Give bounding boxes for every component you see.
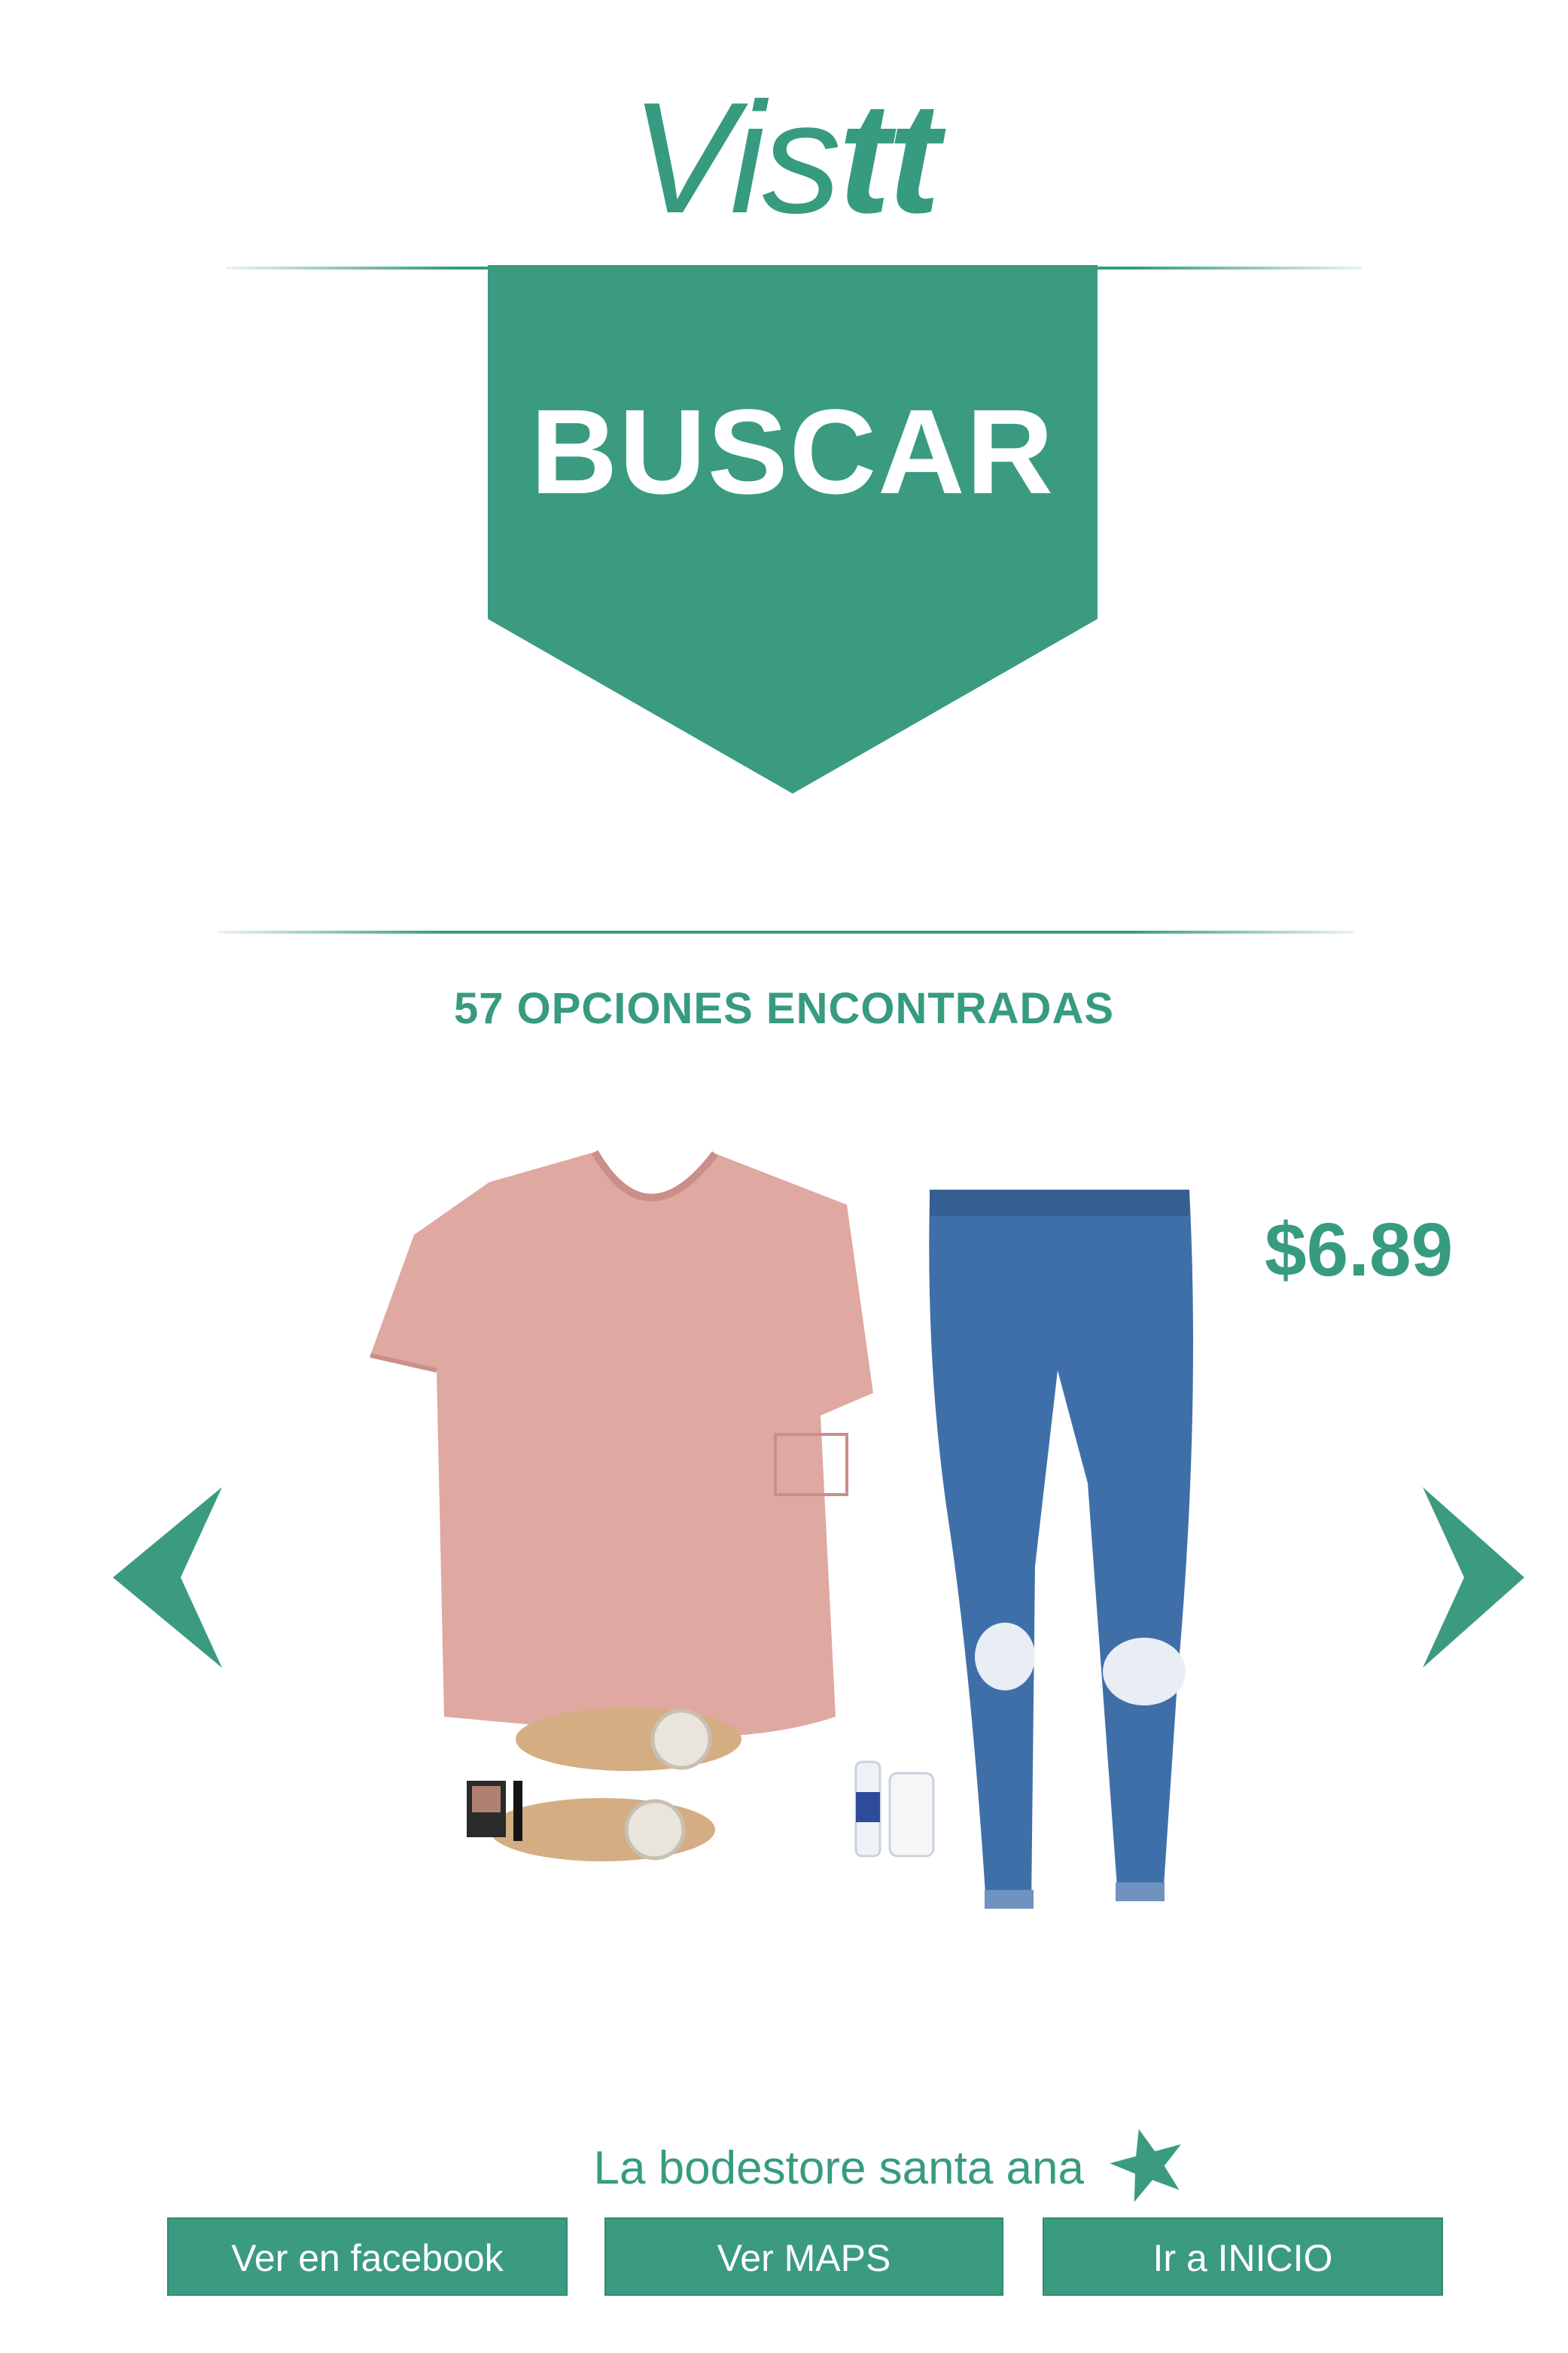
facebook-button[interactable]: Ver en facebook: [167, 2217, 568, 2296]
search-banner-label: BUSCAR: [530, 384, 1055, 519]
results-count: 57 OPCIONES ENCONTRADAS: [453, 984, 1115, 1033]
sandals-image: [489, 1708, 741, 1861]
chevron-right-icon[interactable]: [1423, 1487, 1524, 1668]
maps-button[interactable]: Ver MAPS: [604, 2217, 1003, 2296]
product-price: $6.89: [1265, 1208, 1454, 1292]
home-button[interactable]: Ir a INICIO: [1043, 2217, 1443, 2296]
store-name: La bodestore santa ana: [593, 2142, 1084, 2194]
tshirt-image: [370, 1150, 873, 1737]
chevron-left-icon[interactable]: [113, 1487, 222, 1668]
makeup-image: [467, 1781, 522, 1841]
jeans-image: [929, 1190, 1193, 1909]
product-image[interactable]: [354, 1144, 1197, 1950]
logo: Vistt: [0, 79, 1568, 237]
section-divider: [218, 931, 1355, 934]
accessories-image: [854, 1760, 935, 1858]
search-banner[interactable]: [488, 265, 1098, 794]
logo-part-2: tt: [838, 69, 941, 246]
star-icon: [1110, 2129, 1181, 2202]
logo-part-1: Vis: [630, 69, 842, 246]
